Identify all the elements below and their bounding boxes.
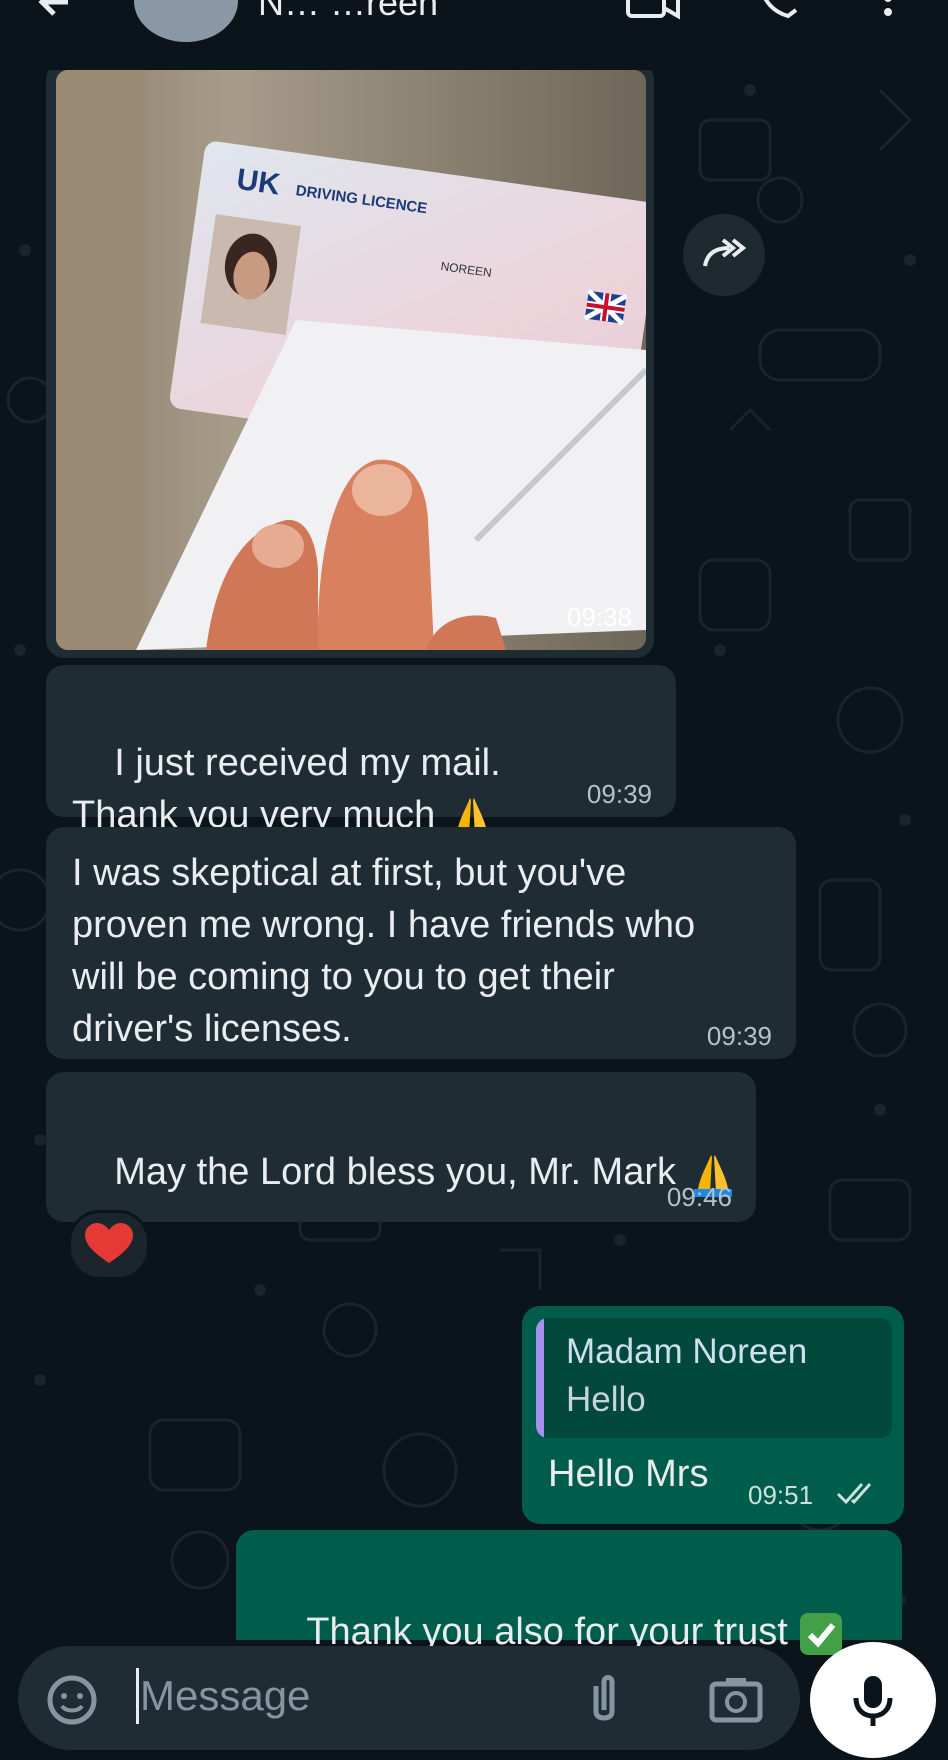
incoming-message[interactable]: May the Lord bless you, Mr. Mark 09:46 [46, 1072, 756, 1222]
image-message[interactable]: UK DRIVING LICENCE NOREEN 09:38 [46, 62, 654, 658]
reaction-badge[interactable] [68, 1210, 150, 1280]
forward-icon [703, 238, 747, 267]
voice-call-icon[interactable] [756, 0, 806, 24]
message-composer: Message [18, 1646, 800, 1750]
message-text: Hello Mrs [548, 1453, 709, 1495]
contact-avatar[interactable] [134, 0, 238, 42]
check-mark-emoji [799, 1612, 842, 1655]
incoming-message[interactable]: I was skeptical at first, but you've pro… [46, 827, 796, 1059]
quote-author: Madam Noreen [566, 1332, 808, 1371]
more-options-icon[interactable] [878, 0, 898, 24]
chat-header: N… …reen [0, 0, 948, 70]
message-text: I was skeptical at first, but you've pro… [72, 852, 696, 1050]
message-text: I just received my mail. Thank you very … [72, 742, 501, 836]
double-check-icon [836, 1483, 872, 1505]
message-text: May the Lord bless you, Mr. Mark [114, 1151, 676, 1193]
attach-icon[interactable] [584, 1672, 624, 1728]
licence-uk-text: UK [235, 163, 283, 202]
back-arrow-icon[interactable] [28, 0, 88, 42]
quote-text: Hello [566, 1380, 646, 1419]
forward-button[interactable] [683, 214, 765, 296]
message-input[interactable]: Message [140, 1672, 310, 1720]
red-heart-icon [85, 1223, 133, 1263]
video-call-icon[interactable] [624, 0, 684, 24]
message-time: 09:51 [748, 1480, 814, 1510]
contact-name[interactable]: N… …reen [258, 0, 438, 24]
message-time: 09:38 [566, 602, 632, 632]
message-time: 09:46 [666, 1182, 732, 1212]
driving-licence-photo[interactable]: UK DRIVING LICENCE NOREEN [56, 70, 646, 650]
incoming-message[interactable]: I just received my mail. Thank you very … [46, 665, 676, 840]
message-time: 09:39 [706, 1021, 772, 1051]
text-cursor [136, 1668, 139, 1724]
quoted-message[interactable]: Madam Noreen Hello [536, 1318, 892, 1438]
message-time: 09:39 [586, 779, 652, 809]
quote-bar [536, 1318, 544, 1438]
voice-message-button[interactable] [810, 1642, 936, 1758]
outgoing-message[interactable]: Thank you also for your trust [236, 1530, 902, 1655]
mic-icon [853, 1676, 893, 1726]
camera-icon[interactable] [708, 1674, 764, 1724]
emoji-sticker-icon[interactable] [44, 1672, 100, 1728]
